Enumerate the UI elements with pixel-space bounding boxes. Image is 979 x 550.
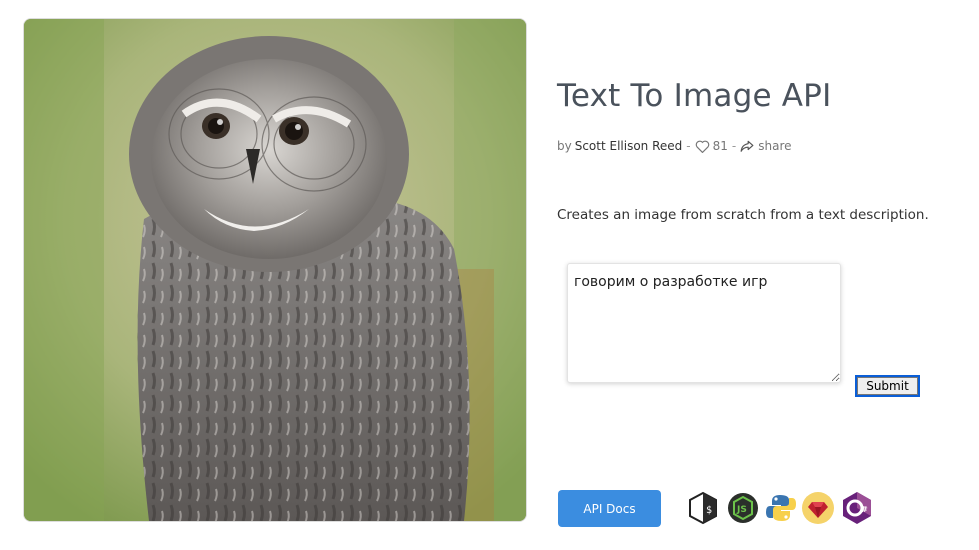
ruby-icon[interactable]: [801, 491, 835, 525]
generated-image: [23, 18, 527, 522]
python-icon[interactable]: [764, 491, 798, 525]
separator: -: [686, 139, 691, 153]
svg-text:$: $: [706, 505, 712, 516]
like-count: 81: [712, 139, 728, 153]
prompt-input[interactable]: [567, 263, 841, 383]
share-icon: [740, 140, 754, 152]
description: Creates an image from scratch from a tex…: [557, 207, 929, 223]
nodejs-icon[interactable]: JS: [726, 491, 760, 525]
svg-text:#: #: [861, 505, 868, 514]
like-button[interactable]: 81: [695, 139, 728, 153]
separator: -: [731, 139, 737, 153]
api-docs-button[interactable]: API Docs: [558, 490, 661, 527]
byline-prefix: by: [557, 139, 572, 153]
heart-icon: [695, 140, 709, 153]
submit-button[interactable]: Submit: [855, 375, 920, 397]
byline: by Scott Ellison Reed - 81 - share: [557, 139, 792, 153]
csharp-icon[interactable]: #: [840, 491, 874, 525]
author-link[interactable]: Scott Ellison Reed: [575, 139, 683, 153]
share-button[interactable]: share: [740, 139, 792, 153]
svg-text:JS: JS: [736, 505, 747, 515]
page-title: Text To Image API: [557, 78, 832, 114]
shell-icon[interactable]: $: [686, 491, 720, 525]
share-label: share: [758, 139, 792, 153]
owl-image: [24, 19, 526, 521]
